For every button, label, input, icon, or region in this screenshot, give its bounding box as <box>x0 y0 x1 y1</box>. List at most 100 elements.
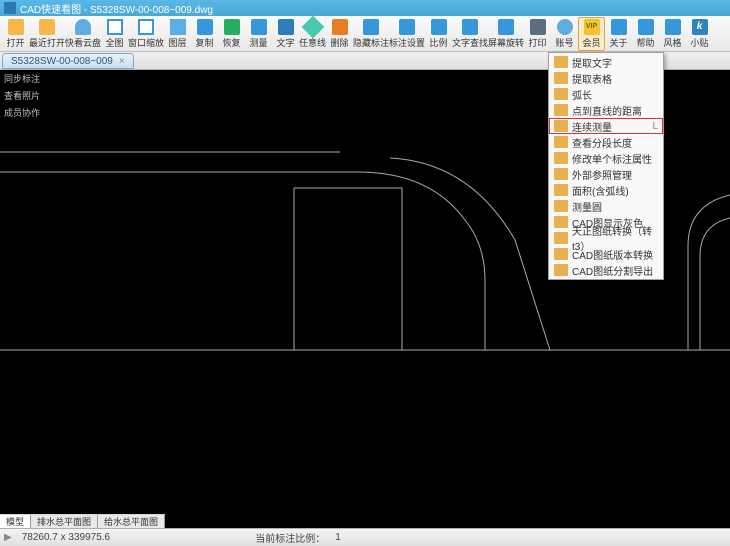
dropdown-item[interactable]: 外部参照管理 <box>550 166 662 182</box>
menu-item-icon <box>554 104 568 116</box>
sheet-tabs: 模型排水总平面图给水总平面图 <box>0 514 165 528</box>
scale-label: 比例 <box>429 36 447 49</box>
help-button[interactable]: 帮助 <box>632 17 659 51</box>
hidemark-label: 隐藏标注 <box>353 36 389 49</box>
text-icon <box>278 19 294 35</box>
markset-icon <box>399 19 415 35</box>
close-icon[interactable]: × <box>119 56 125 67</box>
cloud-label: 快看云盘 <box>65 36 101 49</box>
delete-label: 删除 <box>330 36 348 49</box>
recent-button[interactable]: 最近打开 <box>29 17 65 51</box>
status-bar: ▶ 78260.7 x 339975.6 当前标注比例： 1 <box>0 528 730 546</box>
scale-button[interactable]: 比例 <box>425 17 452 51</box>
layer-icon <box>170 19 186 35</box>
zoom-button[interactable]: 窗口缩放 <box>128 17 164 51</box>
menu-item-label: 连续测量 <box>572 119 652 134</box>
left-panel-item[interactable]: 同步标注 <box>0 70 48 87</box>
sheet-tab[interactable]: 排水总平面图 <box>31 515 98 528</box>
copy-button[interactable]: 复制 <box>191 17 218 51</box>
cloud-icon <box>75 19 91 35</box>
recent-label: 最近打开 <box>29 36 65 49</box>
vip-label: 会员 <box>582 36 600 49</box>
dropdown-item[interactable]: 天正图纸转换（转t3） <box>550 230 662 246</box>
dropdown-item[interactable]: 面积(含弧线) <box>550 182 662 198</box>
print-button[interactable]: 打印 <box>524 17 551 51</box>
rotate-icon <box>498 19 514 35</box>
open-button[interactable]: 打开 <box>2 17 29 51</box>
menu-item-label: 提取表格 <box>572 71 658 86</box>
zoom-label: 窗口缩放 <box>128 36 164 49</box>
about-icon <box>611 19 627 35</box>
menu-item-icon <box>554 216 568 228</box>
menu-item-label: 面积(含弧线) <box>572 183 658 198</box>
layer-button[interactable]: 图层 <box>164 17 191 51</box>
dropdown-item[interactable]: CAD图纸分割导出 <box>550 262 662 278</box>
menu-item-label: 修改单个标注属性 <box>572 151 658 166</box>
coord-indicator-icon: ▶ <box>4 532 12 543</box>
vip-button[interactable]: VIP会员 <box>578 17 605 51</box>
left-panel-item[interactable]: 查看照片 <box>0 87 48 104</box>
about-button[interactable]: 关于 <box>605 17 632 51</box>
markset-button[interactable]: 标注设置 <box>389 17 425 51</box>
delete-button[interactable]: 删除 <box>326 17 353 51</box>
menu-item-icon <box>554 136 568 148</box>
dropdown-item[interactable]: 点到直线的距离 <box>550 102 662 118</box>
menu-item-icon <box>554 168 568 180</box>
menu-item-icon <box>554 152 568 164</box>
dropdown-item[interactable]: 提取文字 <box>550 54 662 70</box>
hidemark-button[interactable]: 隐藏标注 <box>353 17 389 51</box>
tips-button[interactable]: k小贴 <box>686 17 713 51</box>
file-tab-label: S5328SW-00-008~009 <box>11 56 113 67</box>
account-icon <box>557 19 573 35</box>
menu-item-label: 测量圆 <box>572 199 658 214</box>
dropdown-item[interactable]: CAD图纸版本转换 <box>550 246 662 262</box>
layer-label: 图层 <box>168 36 186 49</box>
account-button[interactable]: 账号 <box>551 17 578 51</box>
dropdown-item[interactable]: 查看分段长度 <box>550 134 662 150</box>
dropdown-item[interactable]: 提取表格 <box>550 70 662 86</box>
copy-label: 复制 <box>195 36 213 49</box>
full-button[interactable]: 全图 <box>101 17 128 51</box>
style-label: 风格 <box>663 36 681 49</box>
menu-item-icon <box>554 120 568 132</box>
zoom-icon <box>138 19 154 35</box>
delete-icon <box>332 19 348 35</box>
scale-icon <box>431 19 447 35</box>
findtext-icon <box>462 19 478 35</box>
menu-item-shortcut: L <box>652 121 658 132</box>
left-panel: 同步标注查看照片成员协作 <box>0 70 48 121</box>
rotate-label: 屏幕旋转 <box>488 36 524 49</box>
account-label: 账号 <box>555 36 573 49</box>
measure-button[interactable]: 测量 <box>245 17 272 51</box>
menu-item-label: 弧长 <box>572 87 658 102</box>
dropdown-item[interactable]: 连续测量L <box>549 118 663 134</box>
file-tab[interactable]: S5328SW-00-008~009 × <box>2 53 134 69</box>
sheet-tab[interactable]: 模型 <box>0 515 31 528</box>
restore-button[interactable]: 恢复 <box>218 17 245 51</box>
hidemark-icon <box>363 19 379 35</box>
style-button[interactable]: 风格 <box>659 17 686 51</box>
findtext-label: 文字查找 <box>452 36 488 49</box>
menu-item-icon <box>554 232 568 244</box>
menu-item-icon <box>554 72 568 84</box>
help-label: 帮助 <box>636 36 654 49</box>
dropdown-item[interactable]: 修改单个标注属性 <box>550 150 662 166</box>
menu-item-label: 点到直线的距离 <box>572 103 658 118</box>
text-button[interactable]: 文字 <box>272 17 299 51</box>
findtext-button[interactable]: 文字查找 <box>452 17 488 51</box>
menu-item-label: 外部参照管理 <box>572 167 658 182</box>
open-icon <box>8 19 24 35</box>
menu-item-label: 查看分段长度 <box>572 135 658 150</box>
freeline-button[interactable]: 任意线 <box>299 17 326 51</box>
dropdown-item[interactable]: 弧长 <box>550 86 662 102</box>
cloud-button[interactable]: 快看云盘 <box>65 17 101 51</box>
restore-icon <box>224 19 240 35</box>
menu-item-label: 提取文字 <box>572 55 658 70</box>
freeline-icon <box>301 15 324 38</box>
sheet-tab[interactable]: 给水总平面图 <box>98 515 165 528</box>
dropdown-item[interactable]: 测量圆 <box>550 198 662 214</box>
left-panel-item[interactable]: 成员协作 <box>0 104 48 121</box>
print-label: 打印 <box>528 36 546 49</box>
rotate-button[interactable]: 屏幕旋转 <box>488 17 524 51</box>
measure-icon <box>251 19 267 35</box>
